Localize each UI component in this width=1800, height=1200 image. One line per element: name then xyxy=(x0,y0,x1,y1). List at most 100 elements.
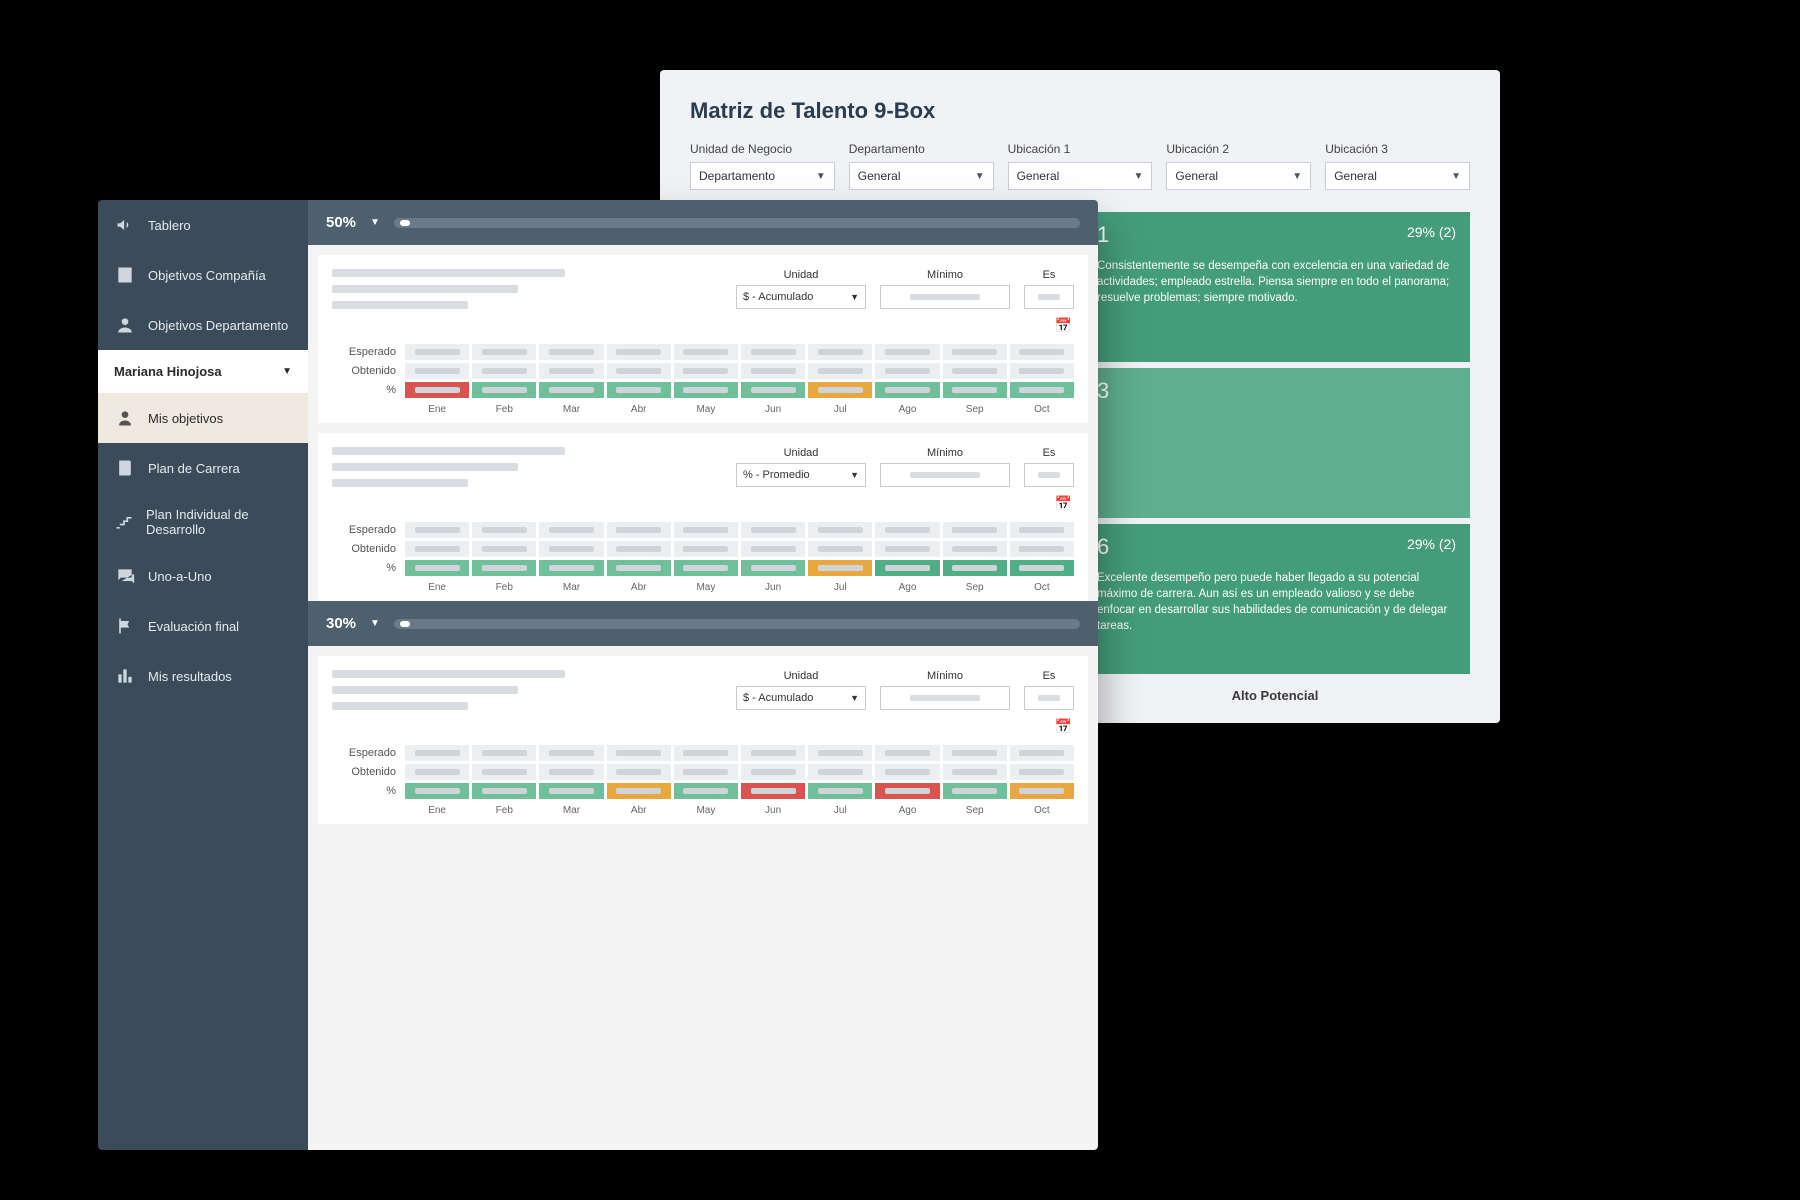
value-cell[interactable] xyxy=(405,764,469,780)
filter-ubicacion-3[interactable]: General▼ xyxy=(1325,162,1470,190)
value-cell[interactable] xyxy=(741,745,805,761)
sidebar-item-plan-carrera[interactable]: Plan de Carrera xyxy=(98,443,308,493)
value-cell[interactable] xyxy=(539,764,603,780)
value-cell[interactable] xyxy=(808,363,872,379)
value-cell[interactable] xyxy=(607,522,671,538)
value-cell[interactable] xyxy=(607,764,671,780)
value-cell[interactable] xyxy=(875,764,939,780)
value-cell[interactable] xyxy=(943,522,1007,538)
pct-cell xyxy=(808,560,872,576)
min-input[interactable] xyxy=(880,686,1010,710)
value-cell[interactable] xyxy=(943,344,1007,360)
sidebar-item-objetivos-compania[interactable]: Objetivos Compañía xyxy=(98,250,308,300)
value-cell[interactable] xyxy=(943,745,1007,761)
value-cell[interactable] xyxy=(808,745,872,761)
value-cell[interactable] xyxy=(607,745,671,761)
value-cell[interactable] xyxy=(741,764,805,780)
sidebar-item-plan-desarrollo[interactable]: Plan Individual de Desarrollo xyxy=(98,493,308,551)
filter-ubicacion-1[interactable]: General▼ xyxy=(1008,162,1153,190)
value-cell[interactable] xyxy=(539,745,603,761)
value-cell[interactable] xyxy=(539,541,603,557)
value-cell[interactable] xyxy=(1010,764,1074,780)
value-cell[interactable] xyxy=(472,344,536,360)
value-cell[interactable] xyxy=(808,764,872,780)
calendar-icon[interactable]: 📅 xyxy=(1024,317,1072,334)
value-cell[interactable] xyxy=(674,522,738,538)
value-cell[interactable] xyxy=(539,522,603,538)
value-cell[interactable] xyxy=(808,344,872,360)
filter-departamento[interactable]: General▼ xyxy=(849,162,994,190)
value-cell[interactable] xyxy=(607,363,671,379)
filter-unidad-negocio[interactable]: Departamento▼ xyxy=(690,162,835,190)
value-cell[interactable] xyxy=(472,363,536,379)
ninebox-cell-6[interactable]: 629% (2)Excelente desempeño pero puede h… xyxy=(1083,524,1470,674)
pct-cell xyxy=(1010,783,1074,799)
value-cell[interactable] xyxy=(674,344,738,360)
pct-cell xyxy=(808,382,872,398)
unit-select[interactable]: % - Promedio▼ xyxy=(736,463,866,487)
value-cell[interactable] xyxy=(1010,745,1074,761)
es-input[interactable] xyxy=(1024,285,1074,309)
es-input[interactable] xyxy=(1024,463,1074,487)
pct-cell xyxy=(674,382,738,398)
value-cell[interactable] xyxy=(405,522,469,538)
sidebar-item-evaluacion-final[interactable]: Evaluación final xyxy=(98,601,308,651)
value-cell[interactable] xyxy=(674,363,738,379)
filter-ubicacion-2[interactable]: General▼ xyxy=(1166,162,1311,190)
pct-cell xyxy=(875,382,939,398)
value-cell[interactable] xyxy=(741,344,805,360)
objective-group-header[interactable]: 50%▼ xyxy=(308,200,1098,245)
value-cell[interactable] xyxy=(741,541,805,557)
pct-cell xyxy=(539,382,603,398)
sidebar-item-mis-objetivos[interactable]: Mis objetivos xyxy=(98,393,308,443)
value-cell[interactable] xyxy=(741,363,805,379)
value-cell[interactable] xyxy=(674,745,738,761)
chevron-down-icon: ▼ xyxy=(975,171,985,182)
value-cell[interactable] xyxy=(808,522,872,538)
objective-group-header[interactable]: 30%▼ xyxy=(308,601,1098,646)
ninebox-cell-3[interactable]: 3 xyxy=(1083,368,1470,518)
value-cell[interactable] xyxy=(472,541,536,557)
sidebar-user-selector[interactable]: Mariana Hinojosa▼ xyxy=(98,350,308,393)
value-cell[interactable] xyxy=(875,363,939,379)
unit-select[interactable]: $ - Acumulado▼ xyxy=(736,285,866,309)
value-cell[interactable] xyxy=(943,764,1007,780)
value-cell[interactable] xyxy=(405,745,469,761)
value-cell[interactable] xyxy=(405,541,469,557)
value-cell[interactable] xyxy=(943,363,1007,379)
value-cell[interactable] xyxy=(405,363,469,379)
es-input[interactable] xyxy=(1024,686,1074,710)
calendar-icon[interactable]: 📅 xyxy=(1024,495,1072,512)
value-cell[interactable] xyxy=(472,522,536,538)
sidebar-item-tablero[interactable]: Tablero xyxy=(98,200,308,250)
value-cell[interactable] xyxy=(539,363,603,379)
value-cell[interactable] xyxy=(741,522,805,538)
value-cell[interactable] xyxy=(1010,522,1074,538)
value-cell[interactable] xyxy=(607,344,671,360)
sidebar-item-objetivos-departamento[interactable]: Objetivos Departamento xyxy=(98,300,308,350)
value-cell[interactable] xyxy=(674,541,738,557)
value-cell[interactable] xyxy=(1010,363,1074,379)
value-cell[interactable] xyxy=(607,541,671,557)
value-cell[interactable] xyxy=(1010,344,1074,360)
unit-select[interactable]: $ - Acumulado▼ xyxy=(736,686,866,710)
value-cell[interactable] xyxy=(875,522,939,538)
min-input[interactable] xyxy=(880,285,1010,309)
min-input[interactable] xyxy=(880,463,1010,487)
value-cell[interactable] xyxy=(875,745,939,761)
value-cell[interactable] xyxy=(1010,541,1074,557)
sidebar-item-uno-a-uno[interactable]: Uno-a-Uno xyxy=(98,551,308,601)
value-cell[interactable] xyxy=(943,541,1007,557)
value-cell[interactable] xyxy=(875,541,939,557)
value-cell[interactable] xyxy=(405,344,469,360)
value-cell[interactable] xyxy=(472,764,536,780)
sidebar-item-mis-resultados[interactable]: Mis resultados xyxy=(98,651,308,701)
ninebox-cell-1[interactable]: 129% (2)Consistentemente se desempeña co… xyxy=(1083,212,1470,362)
value-cell[interactable] xyxy=(875,344,939,360)
value-cell[interactable] xyxy=(674,764,738,780)
value-cell[interactable] xyxy=(539,344,603,360)
pct-cell xyxy=(808,783,872,799)
value-cell[interactable] xyxy=(472,745,536,761)
calendar-icon[interactable]: 📅 xyxy=(1024,718,1072,735)
value-cell[interactable] xyxy=(808,541,872,557)
